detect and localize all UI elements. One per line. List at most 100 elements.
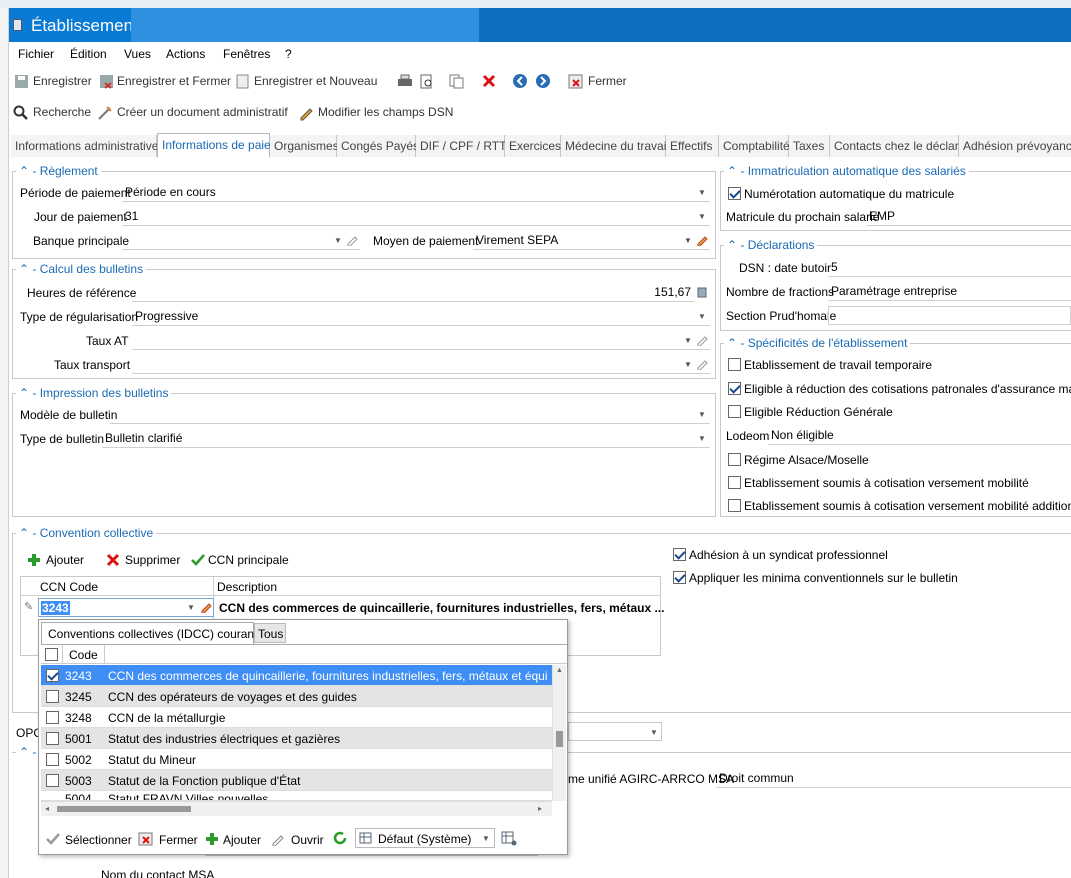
scroll-right-icon[interactable]: ▸ [538, 804, 542, 813]
section-select[interactable] [828, 306, 1071, 325]
lodeom-select[interactable]: Non éligible [768, 426, 1071, 445]
heures-input[interactable]: 151,67 [132, 283, 694, 302]
chevron-down-icon: ▼ [698, 188, 706, 197]
save-close-button[interactable]: Enregistrer et Fermer [117, 74, 231, 88]
next-icon[interactable] [535, 73, 551, 89]
travail-temporaire-checkbox[interactable] [728, 358, 741, 371]
fractions-select[interactable]: Paramétrage entreprise [828, 282, 1071, 301]
pencil-icon[interactable] [200, 601, 212, 613]
convention-main-button[interactable]: CCN principale [208, 553, 289, 567]
next-matricule-input[interactable]: EMP [866, 207, 1071, 226]
versement-mobilite-add-checkbox[interactable] [728, 499, 741, 512]
popup-add-button[interactable]: Ajouter [223, 833, 261, 847]
auto-matricule-checkbox[interactable] [728, 187, 741, 200]
edit-dsn-button[interactable]: Modifier les champs DSN [318, 105, 453, 119]
list-item[interactable]: 5003 Statut de la Fonction publique d'Éta… [41, 770, 552, 791]
save-button[interactable]: Enregistrer [33, 74, 92, 88]
menu-fichier[interactable]: Fichier [18, 47, 54, 61]
tab-taxes[interactable]: Taxes [789, 135, 830, 157]
regul-select[interactable]: Progressive [132, 307, 710, 326]
type-bulletin-select[interactable]: Bulletin clarifié [102, 429, 710, 448]
tab-exercices[interactable]: Exercices [505, 135, 561, 157]
pencil-icon[interactable] [696, 358, 708, 370]
row-checkbox[interactable] [46, 711, 59, 724]
periode-select[interactable]: Période en cours [122, 183, 710, 202]
menu-vues[interactable]: Vues [124, 47, 151, 61]
dsn-input[interactable]: 5 [828, 258, 1071, 277]
create-document-button[interactable]: Créer un document administratif [117, 105, 288, 119]
tab-effectifs[interactable]: Effectifs [666, 135, 719, 157]
list-item[interactable]: 5004 Statut FRAVN Villes nouvelles [41, 791, 552, 801]
row-checkbox[interactable] [46, 774, 59, 787]
close-button[interactable]: Fermer [588, 74, 627, 88]
tab-comptabilite[interactable]: Comptabilité [719, 135, 790, 157]
refresh-icon[interactable] [333, 831, 348, 846]
list-item[interactable]: 3248 CCN de la métallurgie [41, 707, 552, 728]
tab-organismes[interactable]: Organismes [270, 135, 339, 157]
pencil-icon[interactable] [696, 334, 708, 346]
chevron-down-icon[interactable]: ▼ [187, 603, 195, 612]
minima-checkbox[interactable] [673, 571, 686, 584]
jour-select[interactable]: 31 [122, 207, 710, 226]
popup-close-button[interactable]: Fermer [159, 833, 198, 847]
ccn-code-value[interactable]: 3243 [41, 601, 70, 615]
taux-transport-select[interactable] [132, 355, 710, 374]
popup-select-button[interactable]: Sélectionner [65, 833, 132, 847]
vertical-scrollbar[interactable]: ▲ [552, 665, 566, 801]
row-desc: CCN des opérateurs de voyages et des gui… [108, 690, 357, 704]
menu-fenetres[interactable]: Fenêtres [223, 47, 270, 61]
grid-settings-icon[interactable] [501, 831, 517, 846]
previous-icon[interactable] [512, 73, 528, 89]
search-button[interactable]: Recherche [33, 105, 91, 119]
delete-icon[interactable] [481, 73, 497, 89]
list-item[interactable]: 5002 Statut du Mineur [41, 749, 552, 770]
moyen-select[interactable]: Virement SEPA [473, 231, 710, 250]
row-checkbox[interactable] [46, 669, 59, 682]
tab-contacts[interactable]: Contacts chez le déclaré [830, 135, 965, 157]
copy-icon[interactable] [449, 74, 464, 89]
print-preview-icon[interactable] [419, 74, 434, 89]
row-checkbox[interactable] [46, 753, 59, 766]
print-icon[interactable] [397, 74, 413, 89]
list-item[interactable]: 3245 CCN des opérateurs de voyages et des… [41, 686, 552, 707]
tab-informations-de-paie[interactable]: Informations de paie [157, 133, 271, 158]
popup-open-button[interactable]: Ouvrir [291, 833, 324, 847]
list-item[interactable]: 3243 CCN des commerces de quincaillerie, … [41, 665, 552, 686]
menu-help[interactable]: ? [285, 47, 292, 61]
menu-edition[interactable]: Édition [70, 47, 107, 61]
pencil-icon[interactable] [346, 234, 358, 246]
hscrollbar-thumb[interactable] [57, 806, 191, 812]
scrollbar-thumb[interactable] [556, 731, 563, 747]
popup-tab-courantes[interactable]: Conventions collectives (IDCC) courantes [41, 622, 270, 644]
menu-actions[interactable]: Actions [166, 47, 205, 61]
pencil-icon[interactable] [696, 234, 708, 246]
regime-select[interactable]: Droit commun [716, 769, 1071, 788]
alsace-moselle-checkbox[interactable] [728, 453, 741, 466]
tab-dif-cpf-rtt[interactable]: DIF / CPF / RTT [416, 135, 506, 157]
row-checkbox[interactable] [46, 690, 59, 703]
reduction-maladie-checkbox[interactable] [728, 382, 741, 395]
save-new-button[interactable]: Enregistrer et Nouveau [254, 74, 377, 88]
scroll-up-icon[interactable]: ▲ [556, 667, 563, 674]
convention-delete-button[interactable]: Supprimer [125, 553, 180, 567]
tab-informations-administratives[interactable]: Informations administratives [11, 135, 164, 157]
reduction-generale-checkbox[interactable] [728, 405, 741, 418]
tab-medecine-du-travail[interactable]: Médecine du travail [561, 135, 669, 157]
modele-select[interactable] [110, 405, 710, 424]
view-select[interactable]: Défaut (Système) ▼ [355, 828, 495, 848]
scroll-left-icon[interactable]: ◂ [45, 804, 49, 813]
tab-conges-payes[interactable]: Congés Payés [337, 135, 419, 157]
list-item[interactable]: 5001 Statut des industries électriques et… [41, 728, 552, 749]
opc-select[interactable] [568, 722, 662, 741]
horizontal-scrollbar[interactable]: ◂ ▸ [41, 801, 552, 816]
convention-add-button[interactable]: Ajouter [46, 553, 84, 567]
row-checkbox[interactable] [46, 732, 59, 745]
versement-mobilite-checkbox[interactable] [728, 476, 741, 489]
banque-select[interactable] [122, 231, 360, 250]
select-all-checkbox[interactable] [45, 648, 58, 661]
taux-at-select[interactable] [132, 331, 710, 350]
adhesion-syndicat-checkbox[interactable] [673, 548, 686, 561]
calculator-icon[interactable] [697, 287, 707, 298]
popup-tab-tous[interactable]: Tous [254, 623, 286, 643]
tab-adhesion-prevoyance[interactable]: Adhésion prévoyance [959, 135, 1071, 157]
